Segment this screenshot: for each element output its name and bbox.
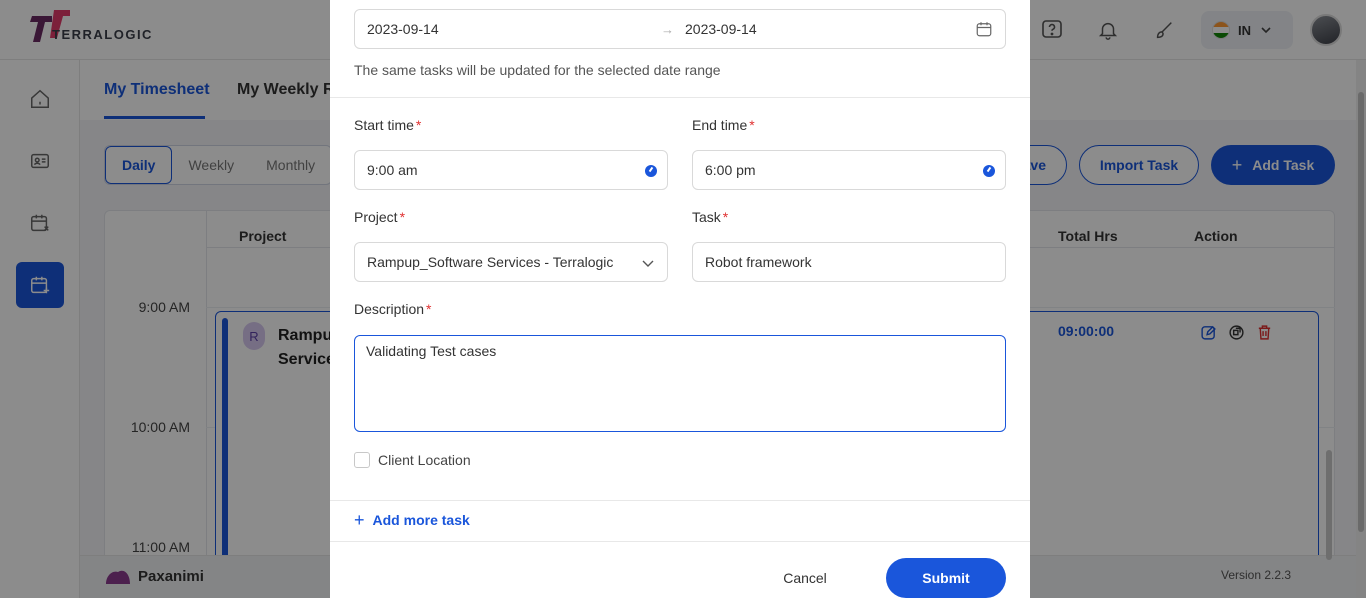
- calendar-icon[interactable]: [975, 20, 993, 38]
- date-start[interactable]: 2023-09-14: [367, 21, 439, 37]
- project-label: Project *: [354, 209, 405, 225]
- required-marker: *: [749, 117, 755, 133]
- start-time-label-text: Start time: [354, 117, 414, 133]
- start-time-input[interactable]: 9:00 am: [354, 150, 668, 190]
- add-more-task-button[interactable]: + Add more task: [354, 510, 470, 530]
- cancel-button[interactable]: Cancel: [770, 558, 840, 598]
- required-marker: *: [722, 209, 729, 225]
- end-time-value: 6:00 pm: [705, 162, 756, 178]
- arrow-right-icon: →: [661, 21, 674, 37]
- task-value: Robot framework: [705, 254, 812, 270]
- clock-icon[interactable]: [645, 165, 657, 177]
- date-range-picker[interactable]: 2023-09-14 → 2023-09-14: [354, 9, 1006, 49]
- end-time-label-text: End time: [692, 117, 748, 133]
- task-label: Task *: [692, 209, 728, 225]
- end-time-input[interactable]: 6:00 pm: [692, 150, 1006, 190]
- date-end[interactable]: 2023-09-14: [685, 21, 757, 37]
- required-marker: *: [399, 209, 406, 225]
- date-range-hint: The same tasks will be updated for the s…: [354, 62, 721, 78]
- section-divider: [330, 541, 1030, 542]
- project-select[interactable]: Rampup_Software Services - Terralogic: [354, 242, 668, 282]
- task-label-text: Task: [692, 209, 721, 225]
- required-marker: *: [426, 301, 432, 317]
- start-time-label: Start time *: [354, 117, 421, 133]
- chevron-down-icon: [642, 260, 654, 267]
- description-label: Description *: [354, 301, 431, 317]
- add-task-modal: 2023-09-14 → 2023-09-14 The same tasks w…: [330, 0, 1030, 598]
- section-divider: [330, 500, 1030, 501]
- section-divider: [330, 97, 1030, 98]
- add-more-task-label: Add more task: [372, 512, 470, 528]
- start-time-value: 9:00 am: [367, 162, 418, 178]
- task-input[interactable]: Robot framework: [692, 242, 1006, 282]
- plus-icon: +: [354, 510, 365, 530]
- description-textarea[interactable]: Validating Test cases: [354, 335, 1006, 432]
- client-location-checkbox[interactable]: [354, 452, 370, 468]
- client-location-label[interactable]: Client Location: [378, 452, 471, 468]
- project-label-text: Project: [354, 209, 398, 225]
- project-value: Rampup_Software Services - Terralogic: [367, 254, 614, 270]
- description-label-text: Description: [354, 301, 425, 317]
- required-marker: *: [415, 117, 422, 133]
- clock-icon[interactable]: [983, 165, 995, 177]
- submit-button[interactable]: Submit: [886, 558, 1006, 598]
- end-time-label: End time *: [692, 117, 755, 133]
